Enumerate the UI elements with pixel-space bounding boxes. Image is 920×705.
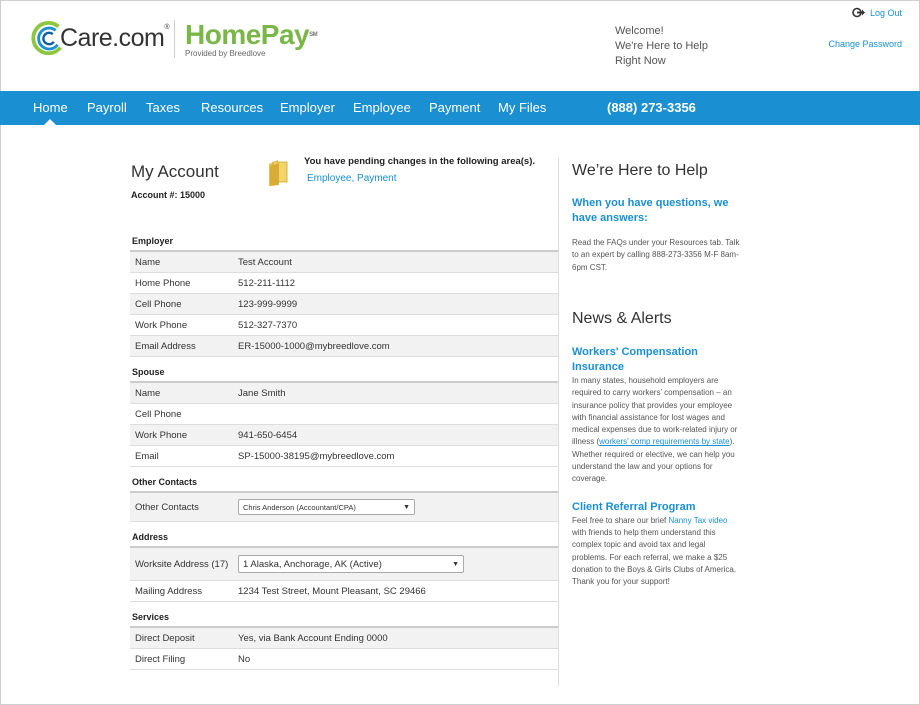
section-spouse-title: Spouse <box>130 363 558 383</box>
column-divider <box>558 158 559 686</box>
dropdown-arrow-icon: ▼ <box>452 560 459 568</box>
care-logo[interactable]: Care.com® <box>30 18 170 58</box>
row-label: Name <box>135 387 161 399</box>
row-label: Cell Phone <box>135 408 182 420</box>
section-employer-title: Employer <box>130 232 558 252</box>
homepay-subtitle: Provided by Breedlove <box>185 49 266 58</box>
news-panel: News & Alerts Workers' Compensation Insu… <box>572 310 742 588</box>
worksite-address-selected: 1 Alaska, Anchorage, AK (Active) <box>243 558 382 570</box>
welcome-line-3: Right Now <box>615 55 666 67</box>
row-value: Jane Smith <box>238 387 286 399</box>
table-row: Cell Phone <box>130 404 558 425</box>
row-value: 123-999-9999 <box>238 298 298 310</box>
section-address-title: Address <box>130 528 558 548</box>
row-label: Name <box>135 256 161 268</box>
section-other-contacts-title: Other Contacts <box>130 473 558 493</box>
news-item-text: In many states, household employers are … <box>572 376 738 484</box>
row-label: Cell Phone <box>135 298 182 310</box>
nav-employee[interactable]: Employee <box>353 91 411 125</box>
help-text: Read the FAQs under your Resources tab. … <box>572 238 740 272</box>
table-row: Cell Phone 123-999-9999 <box>130 294 558 315</box>
row-label: Work Phone <box>135 319 188 331</box>
table-row: Worksite Address (17) 1 Alaska, Anchorag… <box>130 548 558 581</box>
row-label: Other Contacts <box>135 501 199 513</box>
news-title: News & Alerts <box>572 310 672 327</box>
row-label: Direct Deposit <box>135 632 195 644</box>
table-row: Work Phone 512-327-7370 <box>130 315 558 336</box>
nav-active-indicator <box>44 119 56 125</box>
table-row: Other Contacts Chris Anderson (Accountan… <box>130 493 558 522</box>
help-subtitle: When you have questions, we have answers… <box>572 197 729 224</box>
nanny-tax-video-link[interactable]: Nanny Tax video <box>669 516 728 525</box>
news-item-text: Feel free to share our brief Nanny Tax v… <box>572 515 737 587</box>
help-panel: We’re Here to Help When you have questio… <box>572 162 742 274</box>
table-row: Direct Filing No <box>130 649 558 670</box>
nav-payroll[interactable]: Payroll <box>87 91 127 125</box>
table-row: Name Jane Smith <box>130 383 558 404</box>
row-value: 512-211-1112 <box>238 277 296 289</box>
section-services-title: Services <box>130 608 558 628</box>
row-value: SP-15000-38195@mybreedlove.com <box>238 450 395 462</box>
folder-icon <box>269 160 288 186</box>
change-password-link[interactable]: Change Password <box>828 39 902 49</box>
homepay-title: HomePaySM <box>185 19 318 50</box>
nav-my-files[interactable]: My Files <box>498 91 546 125</box>
row-value: Yes, via Bank Account Ending 0000 <box>238 632 388 644</box>
pending-changes-links[interactable]: Employee, Payment <box>307 173 397 184</box>
table-row: Email SP-15000-38195@mybreedlove.com <box>130 446 558 467</box>
other-contacts-selected: Chris Anderson (Accountant/CPA) <box>243 502 356 512</box>
table-row: Mailing Address 1234 Test Street, Mount P… <box>130 581 558 602</box>
homepay-logo[interactable]: HomePaySM Provided by Breedlove <box>185 19 318 59</box>
row-label: Work Phone <box>135 429 188 441</box>
row-label: Worksite Address (17) <box>135 558 229 570</box>
care-swirl-icon <box>31 21 62 56</box>
logout-icon <box>852 7 865 18</box>
welcome-message: Welcome! We're Here to Help Right Now <box>615 24 708 69</box>
row-value: 1234 Test Street, Mount Pleasant, SC 294… <box>238 585 426 597</box>
news-item-title[interactable]: Workers' Compensation Insurance <box>572 345 712 375</box>
row-value: 941-650-6454 <box>238 429 298 441</box>
row-value: Test Account <box>238 256 292 268</box>
main-nav: Home Payroll Taxes Resources Employer Em… <box>0 91 920 125</box>
logo-divider <box>174 20 175 58</box>
table-row: Email Address ER-15000-1000@mybreedlove.c… <box>130 336 558 357</box>
row-label: Email Address <box>135 340 196 352</box>
other-contacts-select[interactable]: Chris Anderson (Accountant/CPA) ▼ <box>238 499 415 515</box>
nav-employer[interactable]: Employer <box>280 91 335 125</box>
welcome-line-2: We're Here to Help <box>615 40 708 52</box>
row-value: Chris Anderson (Accountant/CPA) ▼ <box>238 499 558 515</box>
account-details: Employer Name Test Account Home Phone 512-… <box>130 232 558 670</box>
row-label: Email <box>135 450 159 462</box>
care-logo-text: Care.com® <box>60 23 170 52</box>
nav-phone-number: (888) 273-3356 <box>607 100 696 115</box>
nav-taxes[interactable]: Taxes <box>146 91 180 125</box>
table-row: Work Phone 941-650-6454 <box>130 425 558 446</box>
nav-payment[interactable]: Payment <box>429 91 480 125</box>
page-title: My Account <box>131 162 219 181</box>
logout-link[interactable]: Log Out <box>852 7 902 18</box>
row-label: Home Phone <box>135 277 191 289</box>
pending-changes-text: You have pending changes in the followin… <box>304 156 536 167</box>
workers-comp-link[interactable]: workers' comp requirements by state <box>599 437 729 446</box>
table-row: Name Test Account <box>130 252 558 273</box>
table-row: Direct Deposit Yes, via Bank Account Endi… <box>130 628 558 649</box>
logout-label: Log Out <box>869 7 902 18</box>
news-item-title[interactable]: Client Referral Program <box>572 500 742 515</box>
row-label: Mailing Address <box>135 585 203 597</box>
worksite-address-select[interactable]: 1 Alaska, Anchorage, AK (Active) ▼ <box>238 555 464 573</box>
row-value: 512-327-7370 <box>238 319 298 331</box>
row-label: Direct Filing <box>135 653 186 665</box>
table-row: Home Phone 512-211-1112 <box>130 273 558 294</box>
dropdown-arrow-icon: ▼ <box>403 503 410 511</box>
help-title: We’re Here to Help <box>572 162 708 179</box>
row-value: No <box>238 653 251 665</box>
row-value: 1 Alaska, Anchorage, AK (Active) ▼ <box>238 555 558 573</box>
account-number: Account #: 15000 <box>131 190 206 200</box>
row-value: ER-15000-1000@mybreedlove.com <box>238 340 390 352</box>
nav-resources[interactable]: Resources <box>201 91 263 125</box>
welcome-line-1: Welcome! <box>615 25 664 37</box>
